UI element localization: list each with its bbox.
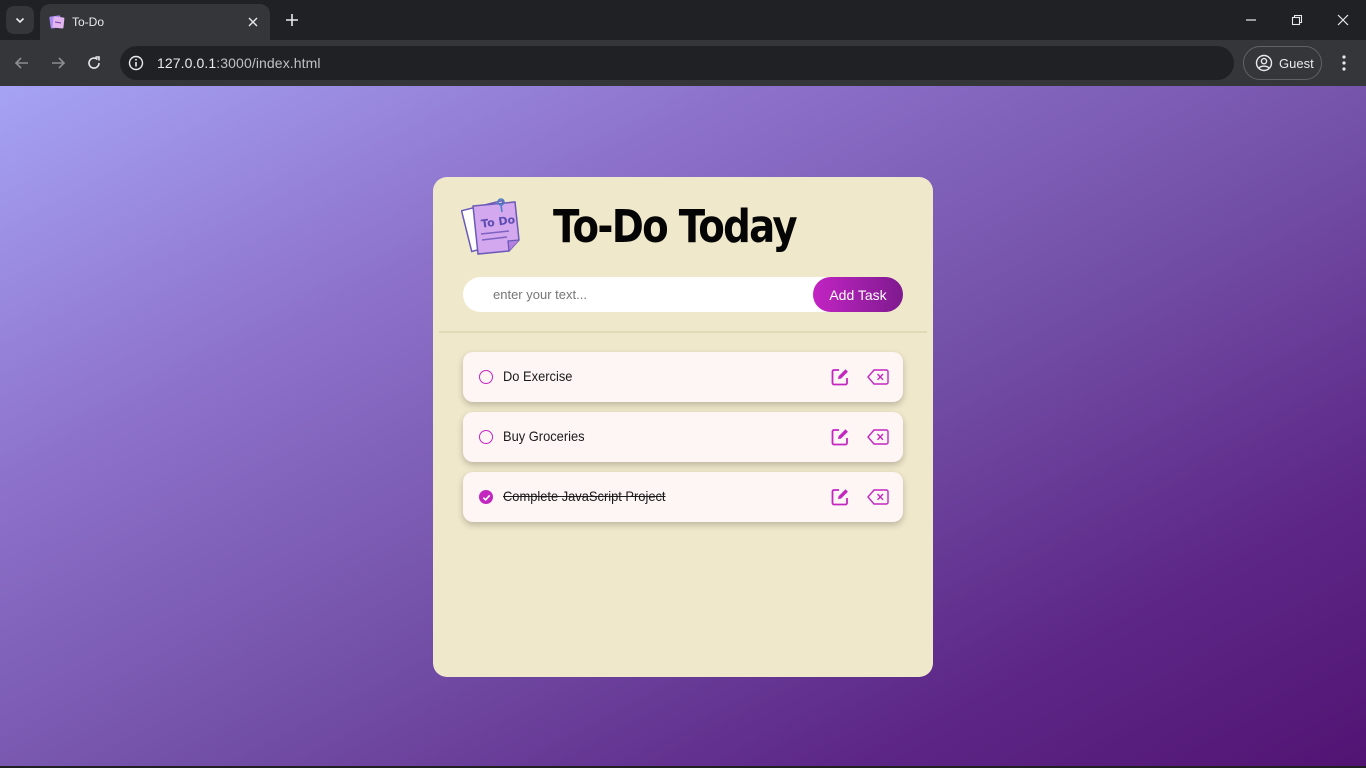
close-tab-icon[interactable] xyxy=(244,13,262,31)
address-bar[interactable]: 127.0.0.1:3000/index.html xyxy=(120,46,1234,80)
sticky-note-logo: To Do xyxy=(460,196,525,258)
task-input[interactable] xyxy=(463,277,823,312)
backspace-icon[interactable] xyxy=(867,488,889,506)
task-text: Do Exercise xyxy=(503,368,573,384)
page-title: To-Do Today xyxy=(553,200,798,253)
notes-favicon-icon xyxy=(49,14,65,30)
task-item[interactable]: Complete JavaScript Project xyxy=(463,472,903,522)
circle-icon[interactable] xyxy=(479,430,493,444)
task-item[interactable]: Buy Groceries xyxy=(463,412,903,462)
new-tab-button[interactable] xyxy=(280,8,304,32)
tab-title: To-Do xyxy=(72,15,105,29)
tab-search-button[interactable] xyxy=(6,6,34,34)
browser-menu-button[interactable] xyxy=(1330,49,1358,77)
site-info-icon[interactable] xyxy=(124,51,148,75)
circle-icon[interactable] xyxy=(479,370,493,384)
task-text: Buy Groceries xyxy=(503,428,585,444)
profile-label: Guest xyxy=(1279,55,1314,71)
back-button[interactable] xyxy=(8,49,36,77)
more-vert-icon xyxy=(1342,55,1346,71)
pen-to-square-icon[interactable] xyxy=(829,426,851,448)
url-text: 127.0.0.1:3000/index.html xyxy=(157,55,321,71)
tab-strip: To-Do xyxy=(0,0,1366,40)
todo-card: To Do To-Do Today Add Task Do Exercise xyxy=(433,177,933,677)
restore-button[interactable] xyxy=(1282,6,1312,34)
browser-toolbar: 127.0.0.1:3000/index.html Guest xyxy=(0,40,1366,86)
close-icon xyxy=(1337,14,1349,26)
reload-icon xyxy=(88,56,100,69)
pen-to-square-icon[interactable] xyxy=(829,486,851,508)
arrow-right-icon xyxy=(52,57,66,69)
backspace-icon[interactable] xyxy=(867,428,889,446)
task-item[interactable]: Do Exercise xyxy=(463,352,903,402)
plus-icon xyxy=(286,14,298,26)
circle-check-icon[interactable] xyxy=(479,490,493,504)
arrow-left-icon xyxy=(14,57,28,69)
page-viewport: To Do To-Do Today Add Task Do Exercise xyxy=(0,86,1366,766)
minimize-icon xyxy=(1246,19,1256,21)
url-path: :3000/index.html xyxy=(216,55,321,71)
profile-button[interactable]: Guest xyxy=(1243,46,1322,80)
close-window-button[interactable] xyxy=(1328,6,1358,34)
chevron-down-icon xyxy=(15,17,25,24)
account-circle-icon xyxy=(1255,54,1273,72)
url-host: 127.0.0.1 xyxy=(157,55,217,71)
reload-button[interactable] xyxy=(80,49,108,77)
divider xyxy=(439,331,927,333)
add-task-button[interactable]: Add Task xyxy=(813,277,903,312)
minimize-button[interactable] xyxy=(1236,6,1266,34)
task-list: Do Exercise Buy Groceries Complete JavaS… xyxy=(463,352,903,532)
browser-tab[interactable]: To-Do xyxy=(40,4,270,40)
backspace-icon[interactable] xyxy=(867,368,889,386)
task-input-row: Add Task xyxy=(463,277,903,312)
restore-icon xyxy=(1291,14,1303,26)
forward-button[interactable] xyxy=(44,49,72,77)
task-text: Complete JavaScript Project xyxy=(503,488,666,504)
pen-to-square-icon[interactable] xyxy=(829,366,851,388)
